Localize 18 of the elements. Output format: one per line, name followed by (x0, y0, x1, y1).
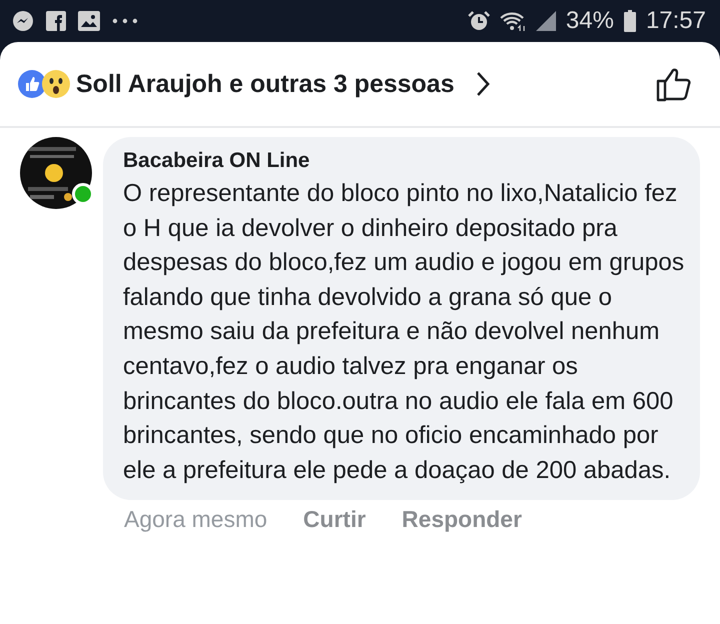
more-icon (112, 18, 138, 24)
wow-reaction-icon (42, 70, 70, 98)
battery-icon (624, 10, 636, 32)
gallery-icon (78, 11, 100, 31)
like-icon[interactable] (656, 66, 692, 102)
facebook-icon (46, 11, 66, 31)
reactions-summary[interactable]: Soll Araujoh e outras 3 pessoas (76, 70, 454, 98)
alarm-icon (468, 10, 490, 32)
battery-percent: 34% (566, 7, 614, 35)
like-reaction-icon (18, 70, 46, 98)
comment-time: Agora mesmo (124, 506, 268, 534)
chevron-right-icon[interactable] (476, 71, 490, 97)
signal-icon (536, 11, 556, 31)
clock-time: 17:57 (646, 7, 706, 35)
comment-text: O representante do bloco pinto no lixo,Natalicio fez o H que ia devolver o dinheiro depositado pra despesas do bloco,fez um audio e jogou em grupos falando que tinha devolvido a grana só que o mesmo saiu da prefeitura e não devolvel nenhum centavo,fez o audio talvez pra enganar os brincantes do bloco.outra no audio ele fala em 600 brincantes, sendo que no oficio encaminhado por ele a prefeitura ele pede a doaçao de 200 abadas. (123, 179, 686, 486)
wifi-icon (500, 10, 526, 32)
comment-author[interactable]: Bacabeira ON Line (123, 149, 686, 173)
messenger-icon (12, 10, 34, 32)
